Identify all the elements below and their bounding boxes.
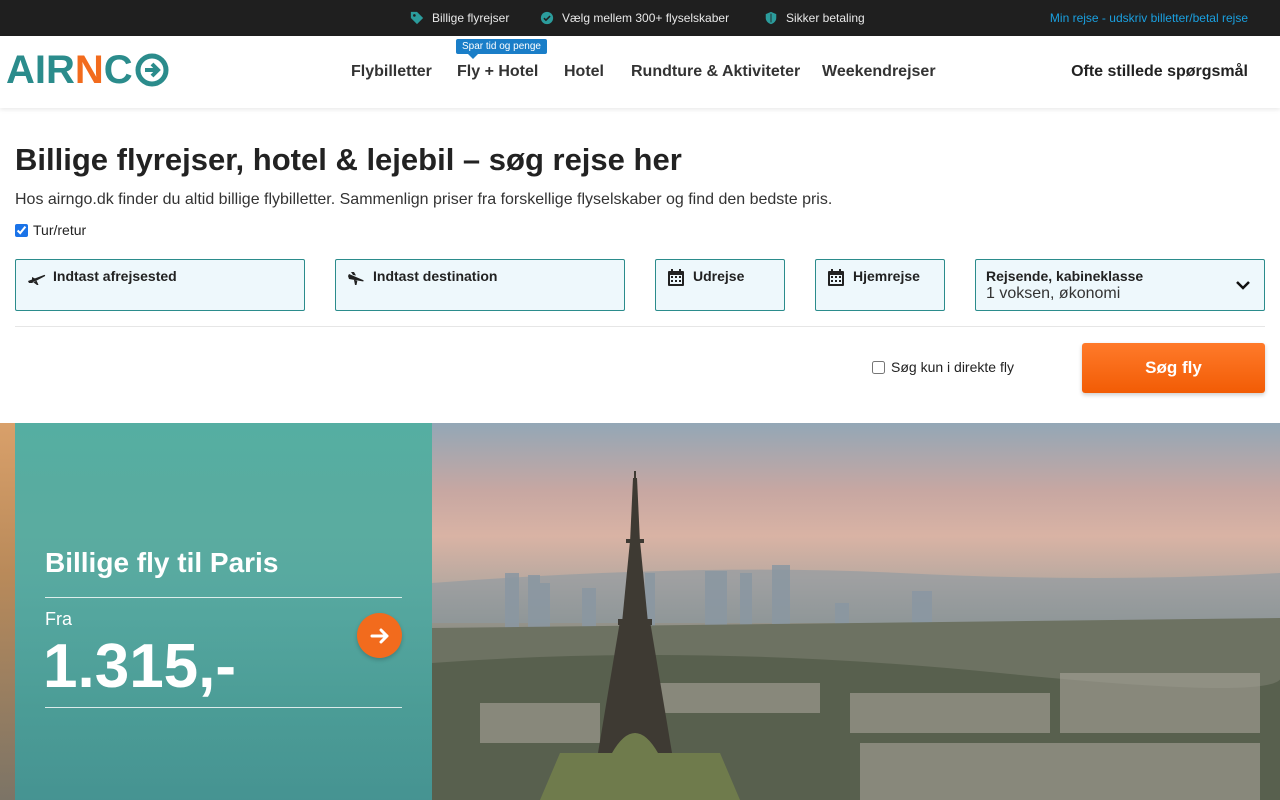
logo-text-accent: N [74,47,104,92]
departure-date-field[interactable]: Udrejse [655,259,785,311]
direct-flights-toggle[interactable]: Søg kun i direkte fly [872,359,1014,375]
roundtrip-toggle[interactable]: Tur/retur [15,222,86,238]
page-subtitle: Hos airngo.dk finder du altid billige fl… [15,191,833,208]
tag-icon [410,11,424,25]
logo-text: AIR [6,47,75,92]
plane-arrival-icon [348,272,364,285]
airngo-logo[interactable]: AIR N C [6,47,169,92]
hero-banner: Billige fly til Paris Fra 1.315,- [0,423,1280,800]
logo-arrow-icon [135,53,169,87]
usp-secure-payment: Sikker betaling [764,0,865,36]
nav-flights[interactable]: Flybilletter [351,36,432,108]
travellers-value: 1 voksen, økonomi [986,285,1121,302]
search-flights-button[interactable]: Søg fly [1082,343,1265,393]
promo-go-button[interactable] [357,613,402,658]
chevron-down-icon [1236,281,1250,290]
my-trip-link[interactable]: Min rejse - udskriv billetter/betal rejs… [1050,0,1248,36]
promo-from-label: Fra [45,609,72,629]
nav-weekend-trips[interactable]: Weekendrejser [822,36,936,108]
page-title: Billige flyrejser, hotel & lejebil – søg… [15,142,682,177]
travellers-select[interactable]: Rejsende, kabineklasse 1 voksen, økonomi [975,259,1265,311]
return-date-field[interactable]: Hjemrejse [815,259,945,311]
direct-flights-checkbox[interactable] [872,360,885,374]
hero-edge [0,423,15,800]
check-circle-icon [540,11,554,25]
calendar-icon [668,269,684,286]
arrow-right-icon [370,628,388,643]
origin-field[interactable]: Indtast afrejsested [15,259,305,311]
usp-cheap-flights: Billige flyrejser [410,0,509,36]
site-header: AIR N C Flybilletter Fly + Hotel Spar tid … [0,36,1280,108]
departure-date-label: Udrejse [693,268,745,284]
roundtrip-checkbox[interactable] [15,223,28,237]
shield-icon [765,11,777,25]
promo-divider [45,597,402,598]
usp-label: Sikker betaling [786,11,865,25]
top-bar: Billige flyrejser Vælg mellem 300+ flyse… [0,0,1280,36]
promo-divider [45,707,402,708]
faq-link[interactable]: Ofte stillede spørgsmål [1071,36,1248,108]
destination-field[interactable]: Indtast destination [335,259,625,311]
nav-tours-activities[interactable]: Rundture & Aktiviteter [631,36,800,108]
calendar-icon [828,269,844,286]
travellers-label: Rejsende, kabineklasse [986,268,1144,284]
direct-flights-label: Søg kun i direkte fly [891,359,1014,375]
return-date-label: Hjemrejse [853,268,920,284]
destination-placeholder: Indtast destination [373,268,498,284]
origin-placeholder: Indtast afrejsested [53,268,177,284]
promo-card-paris[interactable]: Billige fly til Paris Fra 1.315,- [15,423,432,800]
promo-price: 1.315,- [43,632,237,701]
plane-departure-icon [28,274,46,285]
nav-hotel[interactable]: Hotel [564,36,604,108]
save-time-badge: Spar tid og penge [456,39,547,59]
usp-airlines: Vælg mellem 300+ flyselskaber [540,0,729,36]
promo-title: Billige fly til Paris [45,547,279,578]
usp-label: Billige flyrejser [432,11,510,25]
logo-text: C [103,47,133,92]
roundtrip-label: Tur/retur [33,222,87,238]
search-divider [15,326,1265,327]
usp-label: Vælg mellem 300+ flyselskaber [562,11,730,25]
